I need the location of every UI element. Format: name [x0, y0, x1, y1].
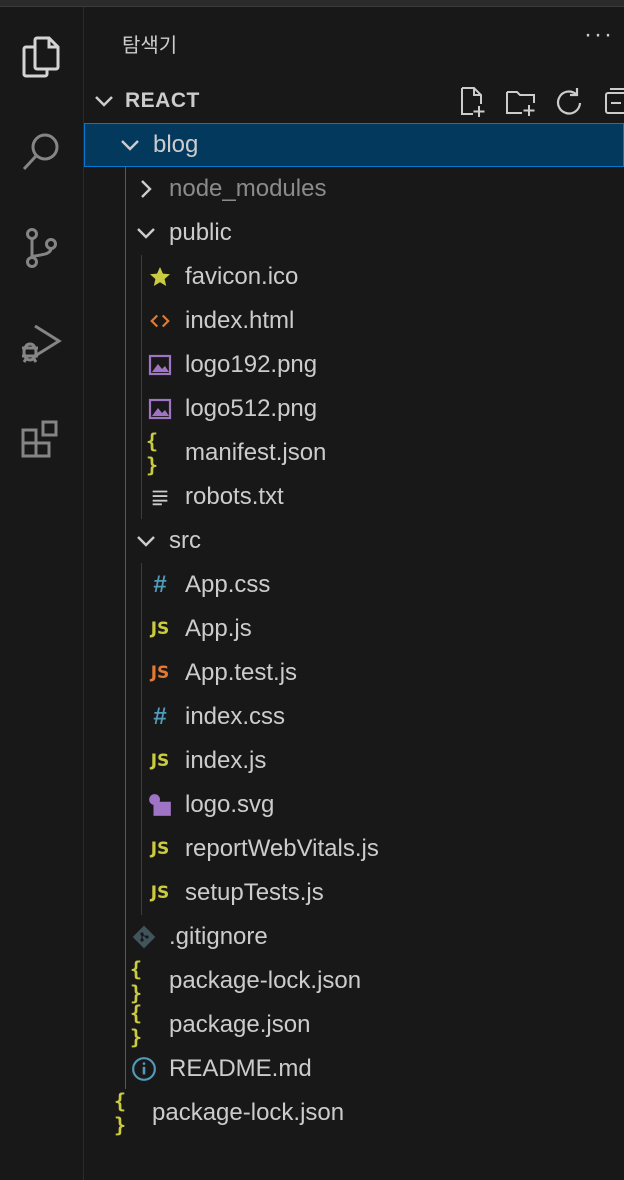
js-file-icon: JS [150, 883, 170, 903]
tree-row[interactable]: { } package-lock.json [84, 957, 624, 1005]
tree-row[interactable]: JS setupTests.js [84, 871, 624, 915]
tree-item-label: manifest.json [185, 439, 327, 466]
tree-row[interactable]: public [84, 211, 624, 255]
refresh-icon[interactable] [552, 85, 586, 119]
tree-row[interactable]: .gitignore [84, 915, 624, 959]
tree-item-label: package-lock.json [169, 967, 362, 994]
tree-item-label: logo.svg [185, 791, 275, 818]
tree-row-selected[interactable]: blog [84, 123, 624, 167]
tree-row[interactable]: { } package-lock.json [84, 1089, 624, 1137]
extensions-icon[interactable] [6, 405, 76, 475]
tree-item-label: node_modules [169, 175, 327, 202]
js-file-icon: JS [150, 619, 170, 639]
text-icon [146, 482, 174, 512]
git-icon [130, 922, 158, 952]
activity-bar [0, 7, 84, 1180]
tree-row[interactable]: node_modules [84, 167, 624, 211]
tree-row[interactable]: # App.css [84, 563, 624, 607]
chevron-down-icon [116, 130, 144, 160]
tree-row[interactable]: robots.txt [84, 475, 624, 519]
explorer-title: 탐색기 [122, 35, 178, 57]
tree-row[interactable]: logo512.png [84, 387, 624, 431]
tree-item-label: index.js [185, 747, 267, 774]
html-icon [146, 306, 174, 336]
tree-item-label: reportWebVitals.js [185, 835, 379, 862]
star-icon [146, 262, 174, 292]
tree-row[interactable]: README.md [84, 1047, 624, 1091]
chevron-down-icon [132, 526, 160, 556]
tree-item-label: App.css [185, 571, 271, 598]
window-top-border [0, 0, 624, 7]
tree-row[interactable]: # index.css [84, 695, 624, 739]
tree-item-label: App.js [185, 615, 252, 642]
js-file-icon: JS [150, 751, 170, 771]
tree-row[interactable]: JS index.js [84, 739, 624, 783]
new-folder-icon[interactable] [504, 85, 538, 119]
search-icon[interactable] [6, 117, 76, 187]
image-icon [146, 350, 174, 380]
tree-item-label: setupTests.js [185, 879, 324, 906]
json-file-icon: { } [130, 1001, 142, 1049]
js-file-icon: JS [150, 839, 170, 859]
tree-item-label: src [169, 527, 201, 554]
tree-item-label: index.html [185, 307, 295, 334]
chevron-down-icon [95, 96, 113, 107]
json-file-icon: { } [130, 957, 142, 1005]
tree-row[interactable]: JS App.js [84, 607, 624, 651]
tree-item-label: public [169, 219, 232, 246]
explorer-sidebar: 탐색기 ··· REACT blog node_modules public f… [84, 7, 624, 1180]
tree-row[interactable]: src [84, 519, 624, 563]
svg-icon [146, 790, 174, 820]
explorer-icon[interactable] [6, 21, 76, 91]
tree-item-label: favicon.ico [185, 263, 299, 290]
json-file-icon: { } [114, 1089, 126, 1137]
tree-item-label: robots.txt [185, 483, 284, 510]
tree-row[interactable]: logo.svg [84, 783, 624, 827]
tree-item-label: README.md [169, 1055, 312, 1082]
collapse-all-icon[interactable] [600, 85, 624, 119]
tree-row[interactable]: JS App.test.js [84, 651, 624, 695]
more-actions-icon[interactable]: ··· [584, 21, 614, 49]
tree-item-label: .gitignore [169, 923, 268, 950]
tree-item-label: logo512.png [185, 395, 318, 422]
chevron-right-icon [132, 174, 160, 204]
tree-row[interactable]: { } manifest.json [84, 429, 624, 477]
new-file-icon[interactable] [456, 85, 490, 119]
tree-item-label: App.test.js [185, 659, 298, 686]
tree-row[interactable]: logo192.png [84, 343, 624, 387]
tree-item-label: blog [153, 131, 199, 158]
tree-row[interactable]: { } package.json [84, 1001, 624, 1049]
tree-row[interactable]: favicon.ico [84, 255, 624, 299]
css-file-icon: # [153, 571, 167, 598]
image-icon [146, 394, 174, 424]
workspace-section-header[interactable]: REACT [84, 85, 624, 117]
source-control-icon[interactable] [6, 213, 76, 283]
workspace-title: REACT [125, 89, 200, 112]
tree-row[interactable]: index.html [84, 299, 624, 343]
tree-item-label: package.json [169, 1011, 311, 1038]
js-test-file-icon: JS [150, 663, 170, 683]
json-file-icon: { } [146, 429, 158, 477]
run-debug-icon[interactable] [6, 309, 76, 379]
tree-item-label: index.css [185, 703, 286, 730]
chevron-down-icon [132, 218, 160, 248]
tree-item-label: package-lock.json [152, 1099, 345, 1126]
info-icon [130, 1054, 158, 1084]
tree-row[interactable]: JS reportWebVitals.js [84, 827, 624, 871]
css-file-icon: # [153, 703, 167, 730]
tree-item-label: logo192.png [185, 351, 318, 378]
